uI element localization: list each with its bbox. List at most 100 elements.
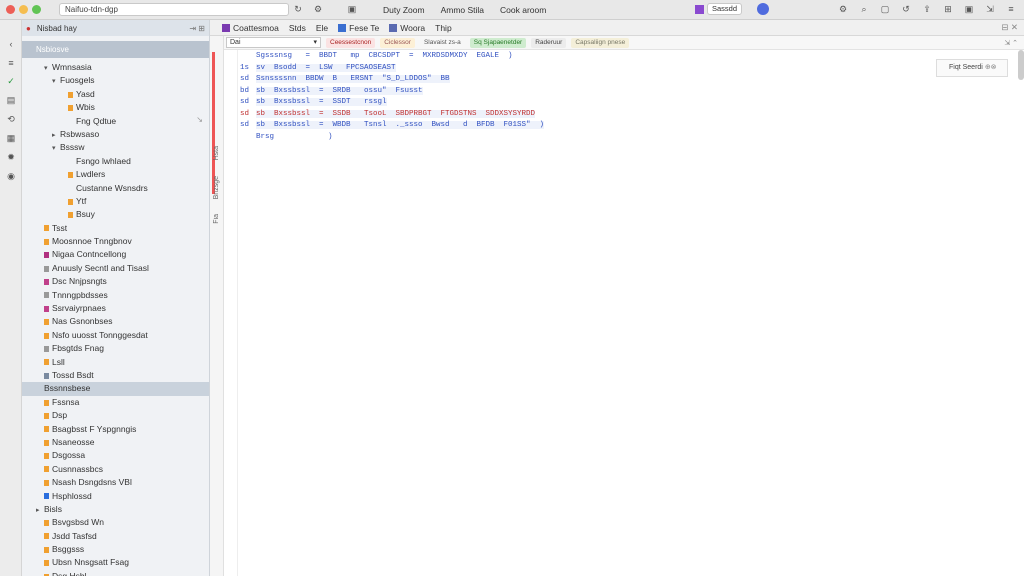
- tools-icon[interactable]: ⚙: [311, 4, 325, 16]
- code-line[interactable]: bd sb Bxssbssl = SRDB ossu" Fsusst: [240, 86, 544, 98]
- tree-item[interactable]: Dsg Hsbl: [22, 570, 209, 576]
- tree-item[interactable]: Bsuy: [22, 208, 209, 221]
- database-icon[interactable]: ▦: [0, 129, 22, 148]
- toolbar-item[interactable]: Ele: [316, 23, 328, 33]
- code-line[interactable]: sd Ssnssssnn BBDW B ERSNT "S_D_LDDOS" BB: [240, 74, 544, 86]
- tree-item[interactable]: Lsll: [22, 356, 209, 369]
- sidebar-tab[interactable]: ● Nisbad hay ⇥ ⊞: [22, 20, 209, 36]
- back-icon[interactable]: ‹: [0, 34, 22, 53]
- chip-reference[interactable]: Raderuur: [531, 37, 567, 48]
- menu-icon[interactable]: ≡: [1004, 3, 1018, 15]
- tree-item[interactable]: Jsdd Tasfsd: [22, 530, 209, 543]
- title-menu-item[interactable]: Duty Zoom: [383, 5, 425, 15]
- tree-item[interactable]: Dsc Nnjpsngts: [22, 275, 209, 288]
- tree-item[interactable]: Bssnnsbese: [22, 382, 209, 396]
- tree-arrow-icon[interactable]: ▾: [52, 142, 60, 155]
- close-window-button[interactable]: [6, 5, 15, 14]
- tree-item[interactable]: Fbsgtds Fnag: [22, 342, 209, 355]
- terminal-icon[interactable]: ◉: [0, 167, 22, 186]
- chip-status[interactable]: Slavaist zs-a: [420, 38, 465, 48]
- code-line[interactable]: sd sb Bxssbssl = SSDT rssgl: [240, 97, 544, 109]
- search-icon[interactable]: ⌕: [857, 3, 871, 15]
- git-icon[interactable]: ✓: [0, 72, 22, 91]
- toolbar-item[interactable]: Coattesmoa: [222, 23, 279, 33]
- tree-item[interactable]: Nsash Dsngdsns VBl: [22, 476, 209, 489]
- tree-item[interactable]: Nsaneosse: [22, 436, 209, 449]
- tree-item[interactable]: Fssnsa: [22, 396, 209, 409]
- bug-icon[interactable]: ✹: [0, 148, 22, 167]
- address-field[interactable]: Naifuo-tdn-dgp: [59, 3, 289, 16]
- tree-item[interactable]: Hsphlossd: [22, 490, 209, 503]
- tree-item[interactable]: Moosnnoe Tnngbnov: [22, 235, 209, 248]
- profile-selector[interactable]: Sassdd: [694, 3, 742, 15]
- tree-item[interactable]: Tossd Bsdt: [22, 369, 209, 382]
- code-line[interactable]: Brsg ): [240, 132, 544, 144]
- chip-success[interactable]: Sq Sjapaenetder: [469, 37, 527, 48]
- profile-dropdown[interactable]: Sassdd: [706, 3, 742, 15]
- chip-stop[interactable]: Ceessestcnon: [326, 37, 376, 48]
- find-options-icon[interactable]: ⊕⊗: [985, 64, 997, 71]
- chip-capsule[interactable]: Capsaliign pnese: [571, 37, 630, 48]
- title-menu-item[interactable]: Cook aroom: [500, 5, 546, 15]
- code-line[interactable]: sd sb Bxssbssl = SSDB TsooL SBDPRBGT FTGD…: [240, 109, 544, 121]
- toolbar-item[interactable]: Woora: [389, 23, 425, 33]
- code-lines[interactable]: Sgsssnsg = BBDT mp CBCSDPT = MXRDSDMXDY …: [240, 51, 545, 144]
- tree-item[interactable]: Ytf: [22, 195, 209, 208]
- tree-item[interactable]: Custanne Wsnsdrs: [22, 182, 209, 195]
- tree-item[interactable]: Nas Gsnonbses: [22, 315, 209, 328]
- tree-arrow-icon[interactable]: ▸: [52, 129, 60, 142]
- reload-icon[interactable]: ↻: [291, 4, 305, 16]
- tree-item[interactable]: Anuusly Secntl and Tisasl: [22, 262, 209, 275]
- download-icon[interactable]: ▣: [962, 3, 976, 15]
- find-widget[interactable]: Fiqt Seerdi ⊕⊗: [936, 59, 1008, 77]
- tree-item[interactable]: Fsngo lwhlaed: [22, 155, 209, 168]
- tree-item[interactable]: Yasd: [22, 88, 209, 101]
- code-editor[interactable]: Sgsssnsg = BBDT mp CBCSDPT = MXRDSDMXDY …: [224, 50, 1020, 576]
- scroll-handle[interactable]: ↘: [196, 115, 203, 124]
- tree-item[interactable]: Wbis: [22, 101, 209, 114]
- chip-compile[interactable]: Ciclessor: [380, 37, 415, 48]
- tree-arrow-icon[interactable]: ▸: [36, 504, 44, 517]
- tree-arrow-icon[interactable]: ▾: [52, 75, 60, 88]
- vtab-item[interactable]: Bnzsge: [213, 176, 220, 199]
- editor-scrollbar[interactable]: [1018, 50, 1024, 80]
- export-icon[interactable]: ⇲: [983, 3, 997, 15]
- layout-icon[interactable]: ▣: [345, 4, 359, 16]
- minimize-window-button[interactable]: [19, 5, 28, 14]
- list-icon[interactable]: ≡: [0, 53, 22, 72]
- tree-item[interactable]: Bsagbsst F Yspgnngis: [22, 423, 209, 436]
- toolbar-item[interactable]: Stds: [289, 23, 306, 33]
- code-line[interactable]: 1s sv Bsodd = LSW FPCSAOSEAST: [240, 63, 544, 75]
- expand-icon[interactable]: ⇲ ⌃: [1004, 39, 1018, 47]
- code-line[interactable]: Sgsssnsg = BBDT mp CBCSDPT = MXRDSDMXDY …: [240, 51, 544, 63]
- tree-item[interactable]: ▾ Fuosgels: [22, 74, 209, 87]
- zoom-window-button[interactable]: [32, 5, 41, 14]
- scope-dropdown[interactable]: Dai: [226, 37, 321, 48]
- vtab-item[interactable]: Hsta: [213, 146, 220, 160]
- settings-icon[interactable]: ⚙: [836, 3, 850, 15]
- tree-item[interactable]: Nsfo uuosst Tonnggesdat: [22, 329, 209, 342]
- globe-icon[interactable]: [757, 3, 769, 15]
- title-menu-item[interactable]: Ammo Stila: [441, 5, 484, 15]
- tree-item[interactable]: Fng Qdtue: [22, 115, 209, 128]
- lock-icon[interactable]: ▢: [878, 3, 892, 15]
- tree-item[interactable]: Tnnngpbdsses: [22, 289, 209, 302]
- tree-item[interactable]: ▾ Wmnsasia: [22, 61, 209, 74]
- tree-item[interactable]: Ubsn Nnsgsatt Fsag: [22, 556, 209, 569]
- tree-item[interactable]: Cusnnassbcs: [22, 463, 209, 476]
- tree-item[interactable]: Dsp: [22, 409, 209, 422]
- tree-item[interactable]: Bsggsss: [22, 543, 209, 556]
- code-line[interactable]: sd sb Bxssbssl = WBDB Tsnsl ._ssso Bwsd d…: [240, 120, 545, 132]
- tree-arrow-icon[interactable]: ▾: [44, 62, 52, 75]
- tree-item[interactable]: ▾ Bsssw: [22, 141, 209, 154]
- vtab-item[interactable]: Fia: [213, 214, 220, 224]
- toolbar-item[interactable]: Thip: [435, 23, 452, 33]
- tree-item[interactable]: Nigaa Contncellong: [22, 248, 209, 261]
- toolbar-more-icon[interactable]: ⊟ ✕: [1001, 22, 1018, 33]
- link-icon[interactable]: ⟲: [0, 110, 22, 129]
- tree-item[interactable]: Bsvgsbsd Wn: [22, 516, 209, 529]
- puzzle-icon[interactable]: ⊞: [941, 3, 955, 15]
- file-icon[interactable]: ▤: [0, 91, 22, 110]
- history-icon[interactable]: ↺: [899, 3, 913, 15]
- tree-item[interactable]: Tsst: [22, 222, 209, 235]
